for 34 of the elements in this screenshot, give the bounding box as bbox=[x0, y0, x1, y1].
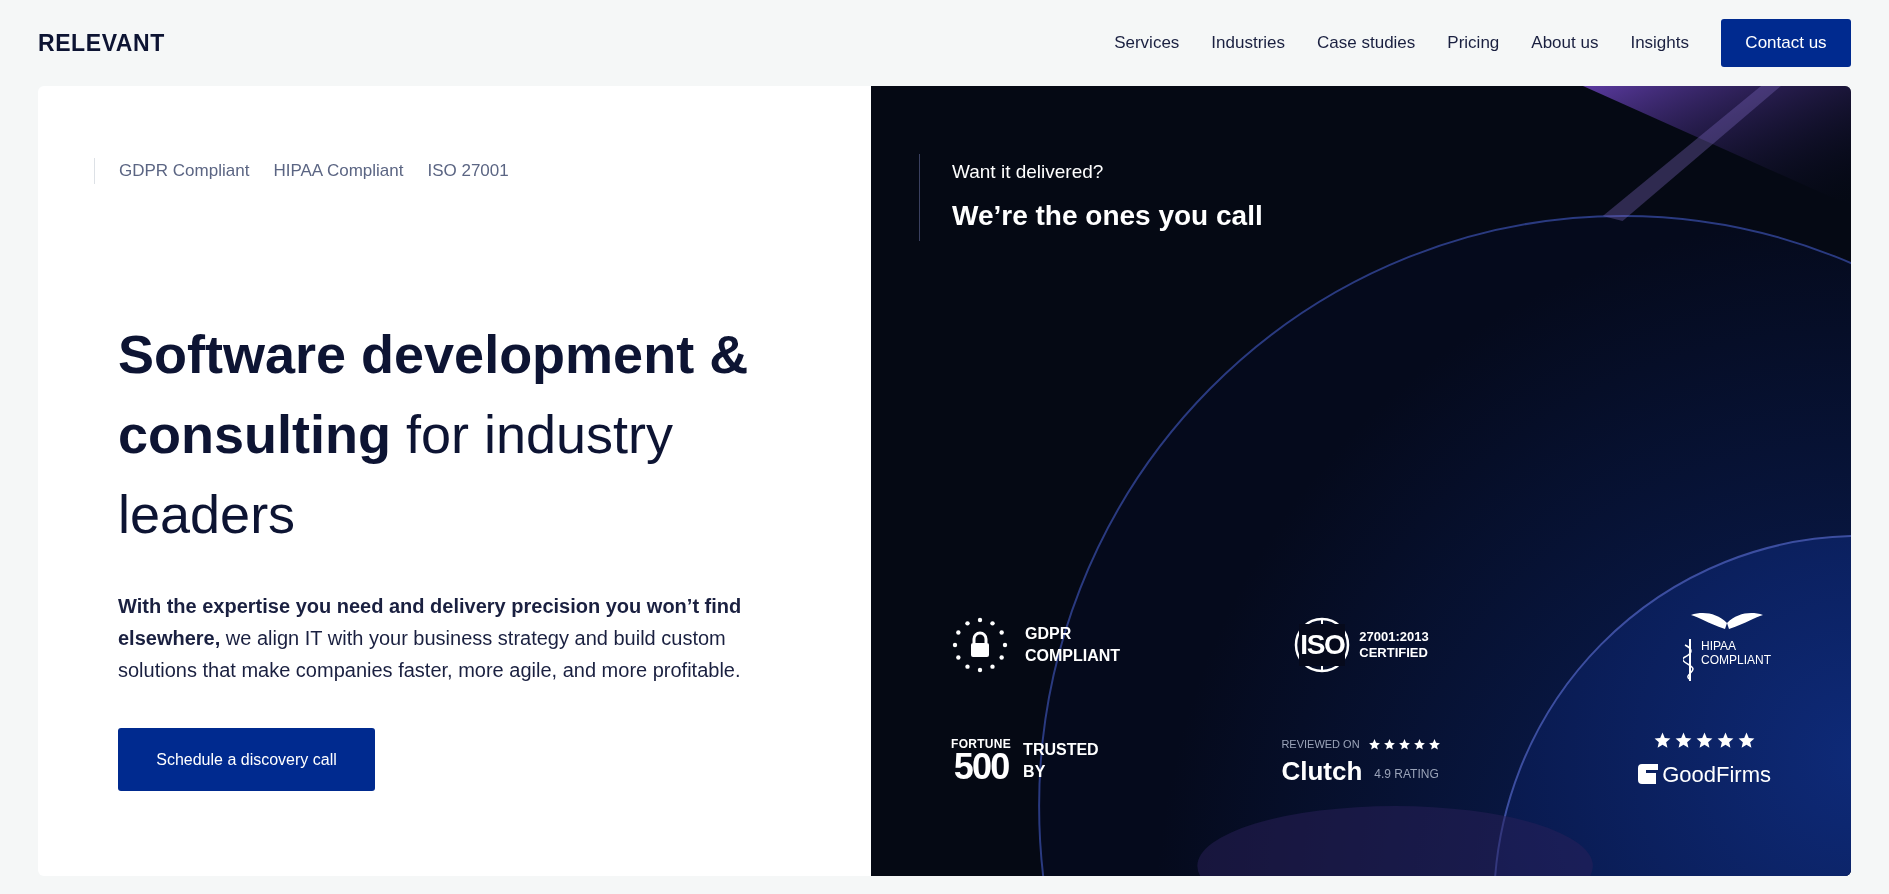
badge-label: COMPLIANT bbox=[1025, 645, 1121, 666]
caduceus-icon bbox=[1683, 638, 1697, 681]
goodfirms-icon bbox=[1638, 764, 1659, 784]
goodfirms-logo: GoodFirms bbox=[1662, 760, 1771, 789]
fortune-logo-number: 500 bbox=[953, 749, 1009, 784]
hero-heading: Software development & consulting for industry leaders bbox=[118, 323, 750, 546]
badge-label: COMPLIANT bbox=[1701, 652, 1771, 667]
eyebrow-text: Want it delivered? bbox=[952, 160, 1105, 184]
fortune-logo-text: FORTUNE bbox=[951, 737, 1012, 750]
nav-link[interactable]: About us bbox=[1531, 30, 1599, 56]
iso-logo: ISO bbox=[1299, 623, 1346, 666]
badge-label: CERTIFIED bbox=[1359, 644, 1429, 661]
badge-label: 27001:2013 bbox=[1359, 628, 1429, 645]
rating-label: 4.9 RATING bbox=[1374, 765, 1439, 783]
badge-label: HIPAA bbox=[1701, 638, 1738, 653]
nav-link[interactable]: Pricing bbox=[1447, 30, 1500, 56]
badge-label: BY bbox=[1023, 761, 1047, 782]
badge-label: TRUSTED bbox=[1023, 739, 1099, 760]
review-caption: REVIEWED ON bbox=[1281, 737, 1360, 753]
logo[interactable]: RELEVANT bbox=[38, 25, 165, 61]
nav-link[interactable]: Insights bbox=[1630, 30, 1689, 56]
showcase-title: We’re the ones you call bbox=[952, 198, 1264, 233]
badge-label: GDPR bbox=[1025, 623, 1073, 644]
hero-description: With the expertise you need and delivery precision you won’t find elsewhere, we align IT with your business strategy and build custom solutions that make companies faster, more agile, and more profitable. bbox=[118, 594, 743, 683]
contact-button[interactable]: Contact us bbox=[1721, 19, 1851, 67]
nav-link[interactable]: Case studies bbox=[1317, 30, 1416, 56]
nav-link[interactable]: Services bbox=[1114, 30, 1180, 56]
compliance-label: HIPAA Compliant bbox=[273, 160, 404, 183]
discovery-call-button[interactable]: Schedule a discovery call bbox=[118, 728, 375, 791]
compliance-label: ISO 27001 bbox=[427, 160, 509, 183]
compliance-label: GDPR Compliant bbox=[119, 160, 250, 183]
clutch-logo: Clutch bbox=[1281, 756, 1363, 785]
lock-stars-icon bbox=[951, 615, 1009, 674]
nav-link[interactable]: Industries bbox=[1211, 30, 1286, 56]
